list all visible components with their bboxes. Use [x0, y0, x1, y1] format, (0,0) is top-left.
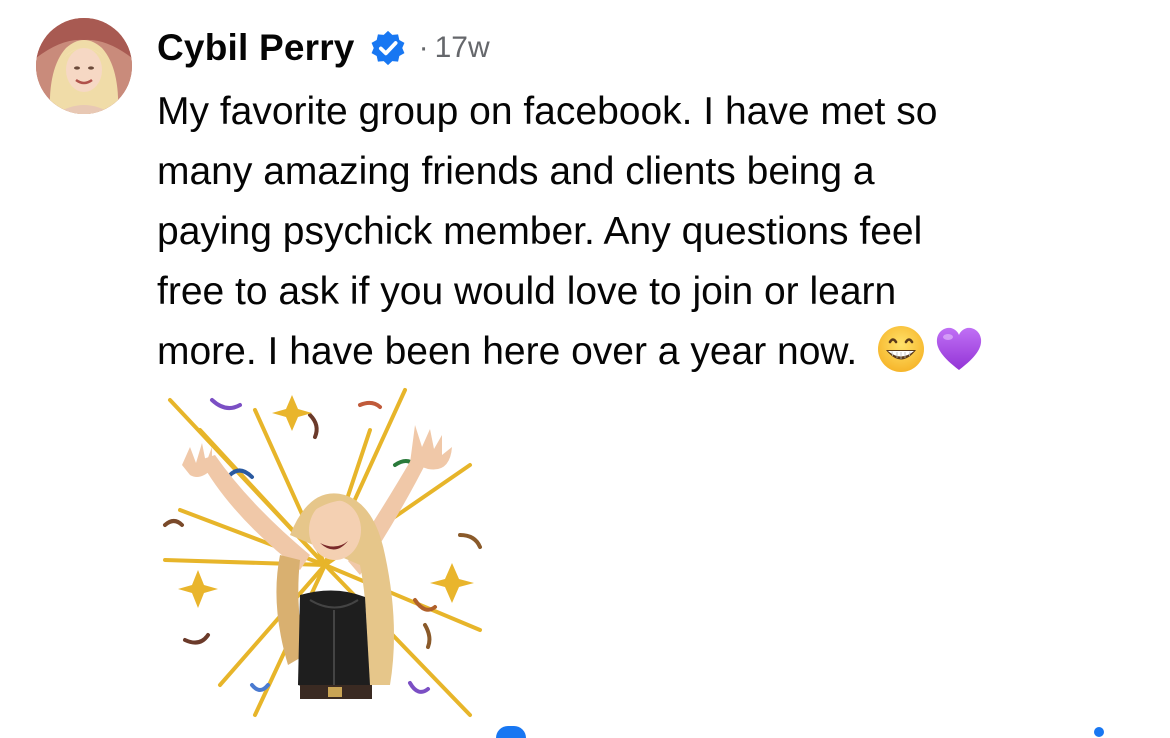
celebration-sticker[interactable] — [160, 385, 490, 725]
comment-text-line: My favorite group on facebook. I have me… — [157, 90, 938, 133]
comment-header: Cybil Perry · 17w — [157, 24, 490, 72]
comment-text: My favorite group on facebook. I have me… — [157, 82, 1117, 382]
timestamp[interactable]: 17w — [435, 31, 490, 65]
purple-heart-emoji-icon — [936, 327, 982, 370]
verified-badge-icon — [371, 30, 405, 66]
avatar-photo — [36, 18, 132, 114]
comment-text-line: free to ask if you would love to join or… — [157, 270, 897, 313]
comment-text-line: many amazing friends and clients being a — [157, 150, 875, 193]
reaction-icon[interactable] — [496, 726, 526, 738]
avatar[interactable] — [36, 18, 132, 114]
comment: Cybil Perry · 17w My favorite group on f… — [0, 0, 1170, 738]
comment-text-line-last: more. I have been here over a year now. — [157, 322, 1117, 382]
author-name[interactable]: Cybil Perry — [157, 27, 355, 69]
comment-text-line-content: more. I have been here over a year now. — [157, 330, 858, 373]
grinning-face-emoji-icon — [878, 326, 925, 372]
comment-text-line: paying psychick member. Any questions fe… — [157, 210, 923, 253]
reply-icon[interactable] — [1094, 727, 1104, 737]
meta-separator: · — [418, 31, 429, 64]
